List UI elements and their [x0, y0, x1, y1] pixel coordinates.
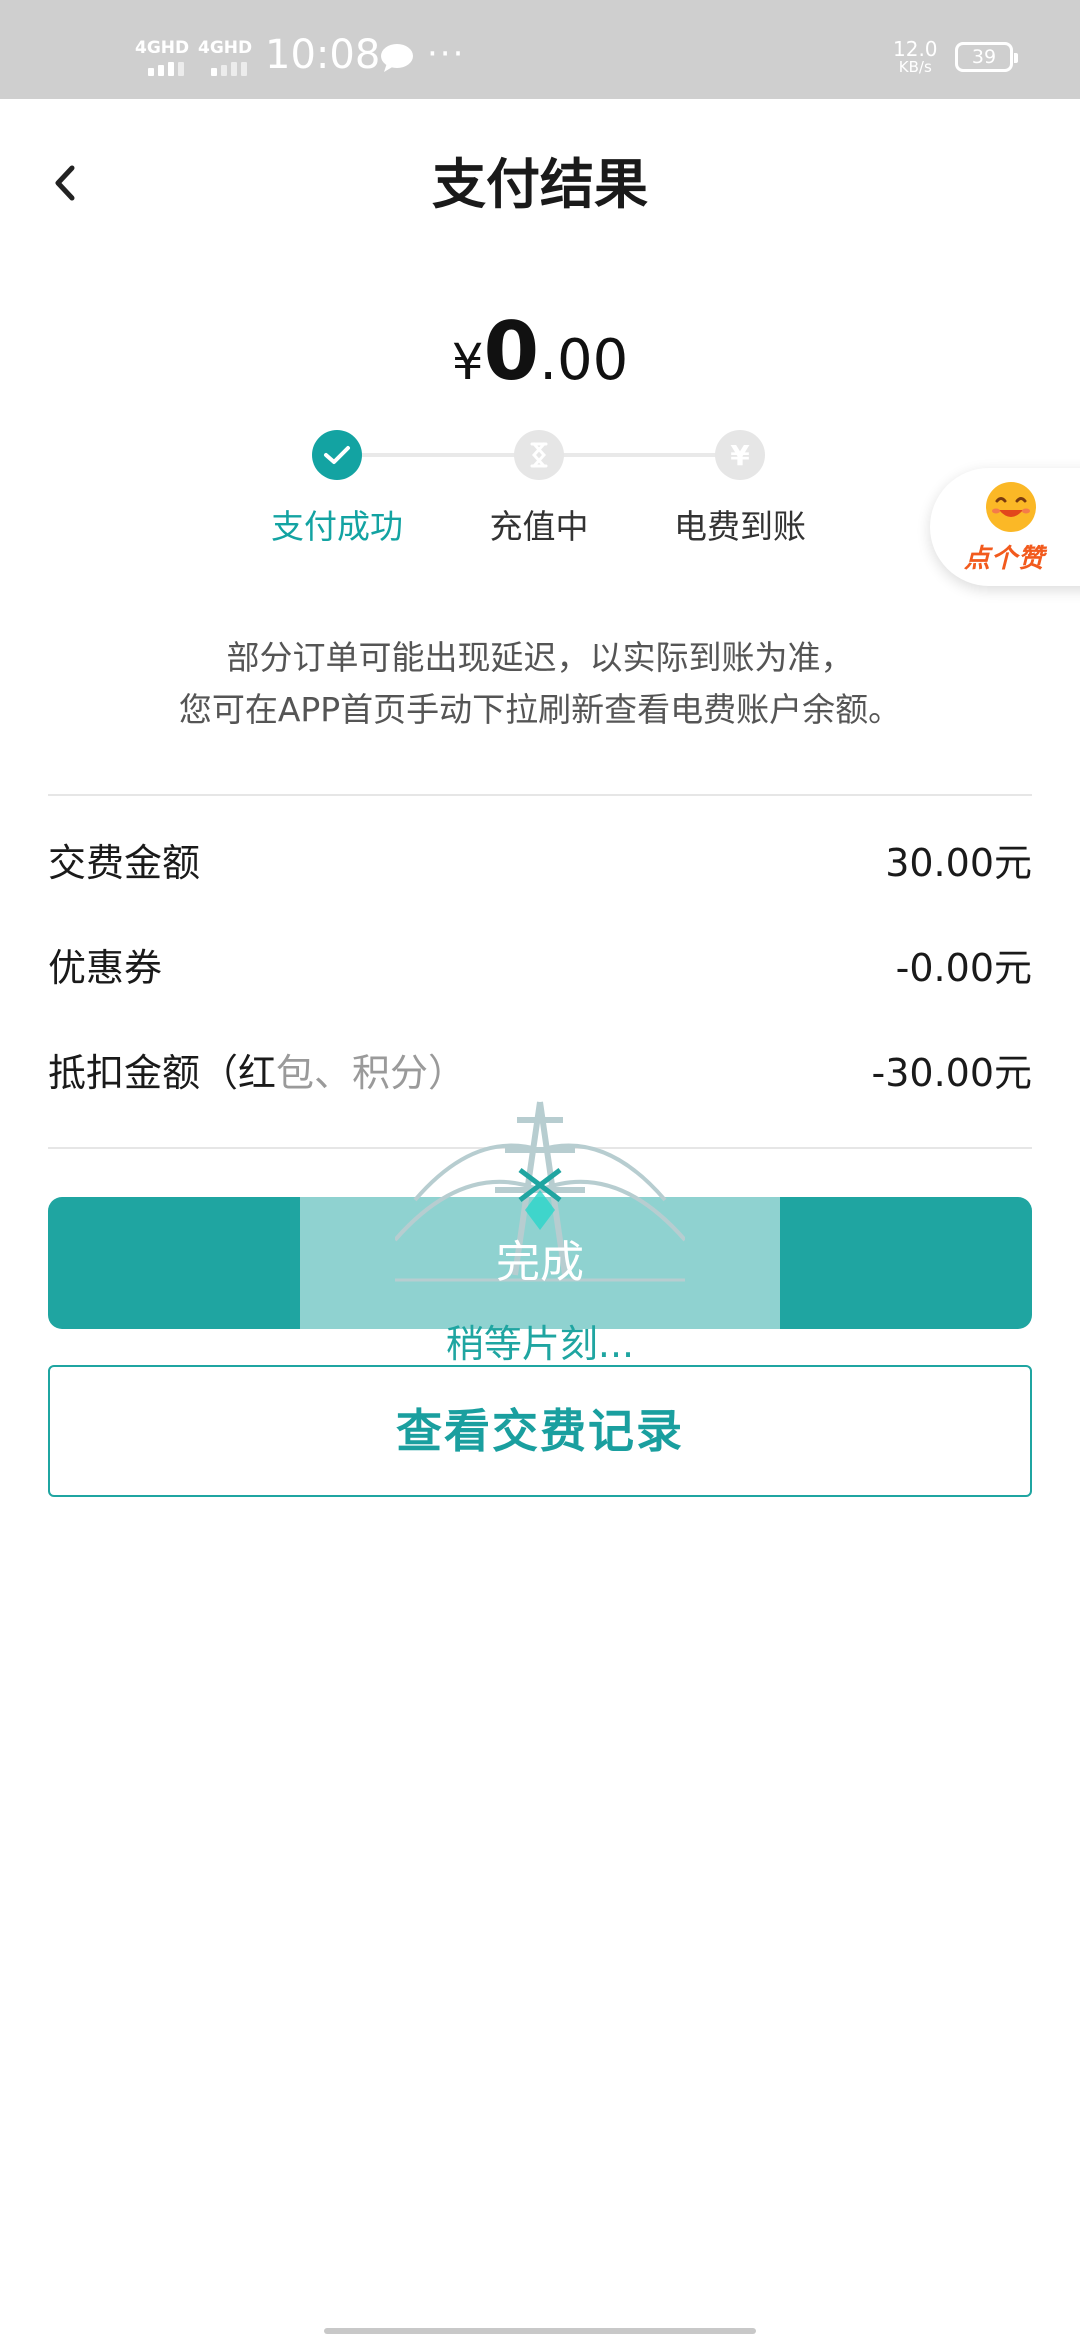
loading-text: 稍等片刻... — [445, 1322, 635, 1366]
page-title: 支付结果 — [432, 153, 648, 216]
step-connector-2 — [562, 453, 718, 457]
battery-level: 39 — [971, 46, 997, 68]
network-type-2: 4GHD — [198, 38, 253, 58]
network-type-1: 4GHD — [135, 38, 190, 58]
amount-decimal: .00 — [539, 328, 629, 393]
home-indicator[interactable] — [324, 2328, 756, 2334]
coupon-value: -0.00元 — [895, 946, 1032, 990]
smile-face-icon — [986, 482, 1036, 532]
payment-amount-label: 交费金额 — [48, 841, 201, 885]
payment-amount-value: 30.00元 — [885, 841, 1032, 885]
like-badge[interactable]: 点个赞 — [930, 468, 1080, 586]
chat-icon — [381, 44, 413, 72]
coupon-label: 优惠券 — [48, 946, 163, 990]
view-payment-records-label: 查看交费记录 — [396, 1404, 684, 1458]
step-label-credited: 电费到账 — [674, 507, 806, 546]
deduction-label-main: 抵扣金额（红 — [48, 1051, 277, 1095]
notice-line-1: 部分订单可能出现延迟，以实际到账为准， — [226, 638, 854, 677]
delay-notice: 部分订单可能出现延迟，以实际到账为准， 您可在APP首页手动下拉刷新查看电费账户… — [0, 632, 1080, 736]
status-bar: 4GHD 4GHD 10:08 ··· 12.0 KB/s 39 — [0, 0, 1080, 99]
deduction-value: -30.00元 — [871, 1051, 1033, 1095]
signal-icon-2 — [211, 62, 247, 76]
deduction-label-faded: 包、积分） — [276, 1051, 467, 1095]
divider-top — [48, 794, 1032, 796]
signal-icon-1 — [148, 62, 184, 76]
more-notifications-icon: ··· — [427, 34, 466, 74]
network-speed-unit: KB/s — [898, 58, 932, 76]
like-label: 点个赞 — [964, 544, 1046, 574]
step-credited-dot: ¥ — [715, 430, 765, 480]
step-recharging-dot — [514, 430, 564, 480]
yen-icon: ¥ — [730, 438, 750, 472]
step-label-recharging: 充值中 — [489, 507, 589, 546]
network-speed: 12.0 KB/s — [893, 39, 938, 76]
hourglass-icon — [530, 442, 548, 468]
view-payment-records-button[interactable]: 查看交费记录 — [48, 1365, 1032, 1497]
step-done-dot — [312, 430, 362, 480]
step-connector-1 — [362, 453, 518, 457]
step-label-paid: 支付成功 — [271, 507, 403, 546]
battery-icon: 39 — [955, 42, 1018, 72]
done-button-label: 完成 — [496, 1237, 584, 1288]
check-icon — [324, 446, 350, 464]
amount-integer: 0 — [483, 305, 540, 398]
notice-line-2: 您可在APP首页手动下拉刷新查看电费账户余额。 — [178, 690, 902, 729]
payment-amount: ¥0.00 — [0, 305, 1080, 398]
status-time: 10:08 — [265, 32, 381, 78]
currency-symbol: ¥ — [451, 333, 484, 391]
